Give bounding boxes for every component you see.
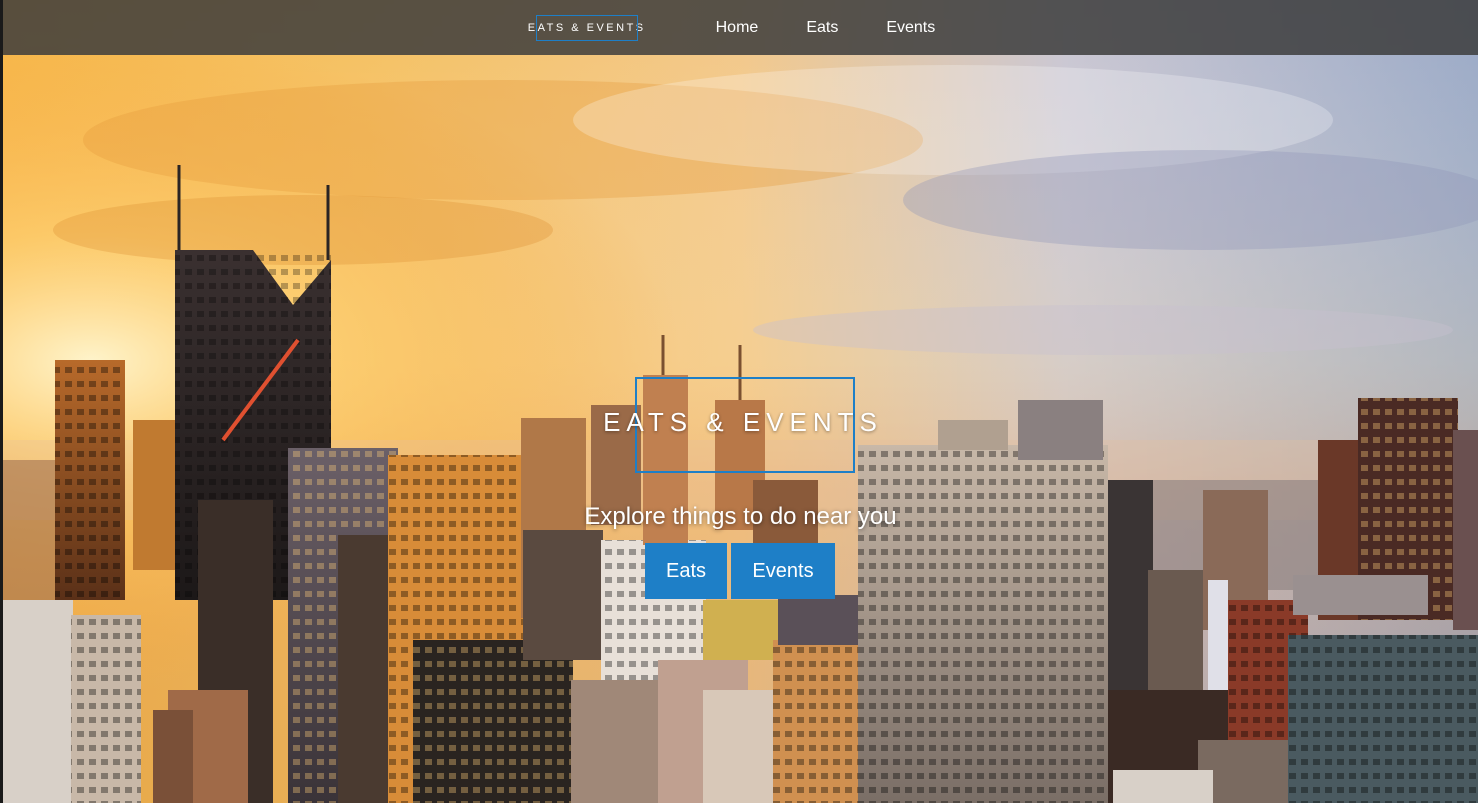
hero-events-button[interactable]: Events <box>731 543 835 599</box>
nav-logo-text: EATS & EVENTS <box>527 21 646 34</box>
hero-buttons: Eats Events <box>645 543 835 599</box>
nav-logo[interactable]: EATS & EVENTS <box>522 10 652 46</box>
hero-logo-text: EATS & EVENTS <box>603 407 883 437</box>
nav-link-home[interactable]: Home <box>716 19 759 37</box>
hero-eats-button[interactable]: Eats <box>645 543 727 599</box>
nav-link-events[interactable]: Events <box>886 19 935 37</box>
hero-logo: EATS & EVENTS <box>603 377 883 473</box>
page: EATS & EVENTS Home Eats Events EATS & EV… <box>0 0 1478 803</box>
top-navbar: EATS & EVENTS Home Eats Events <box>3 0 1478 55</box>
hero-section: EATS & EVENTS Explore things to do near … <box>3 0 1478 803</box>
nav-link-eats[interactable]: Eats <box>806 19 838 37</box>
nav-inner: EATS & EVENTS Home Eats Events <box>522 10 960 46</box>
hero-tagline: Explore things to do near you <box>584 503 897 530</box>
